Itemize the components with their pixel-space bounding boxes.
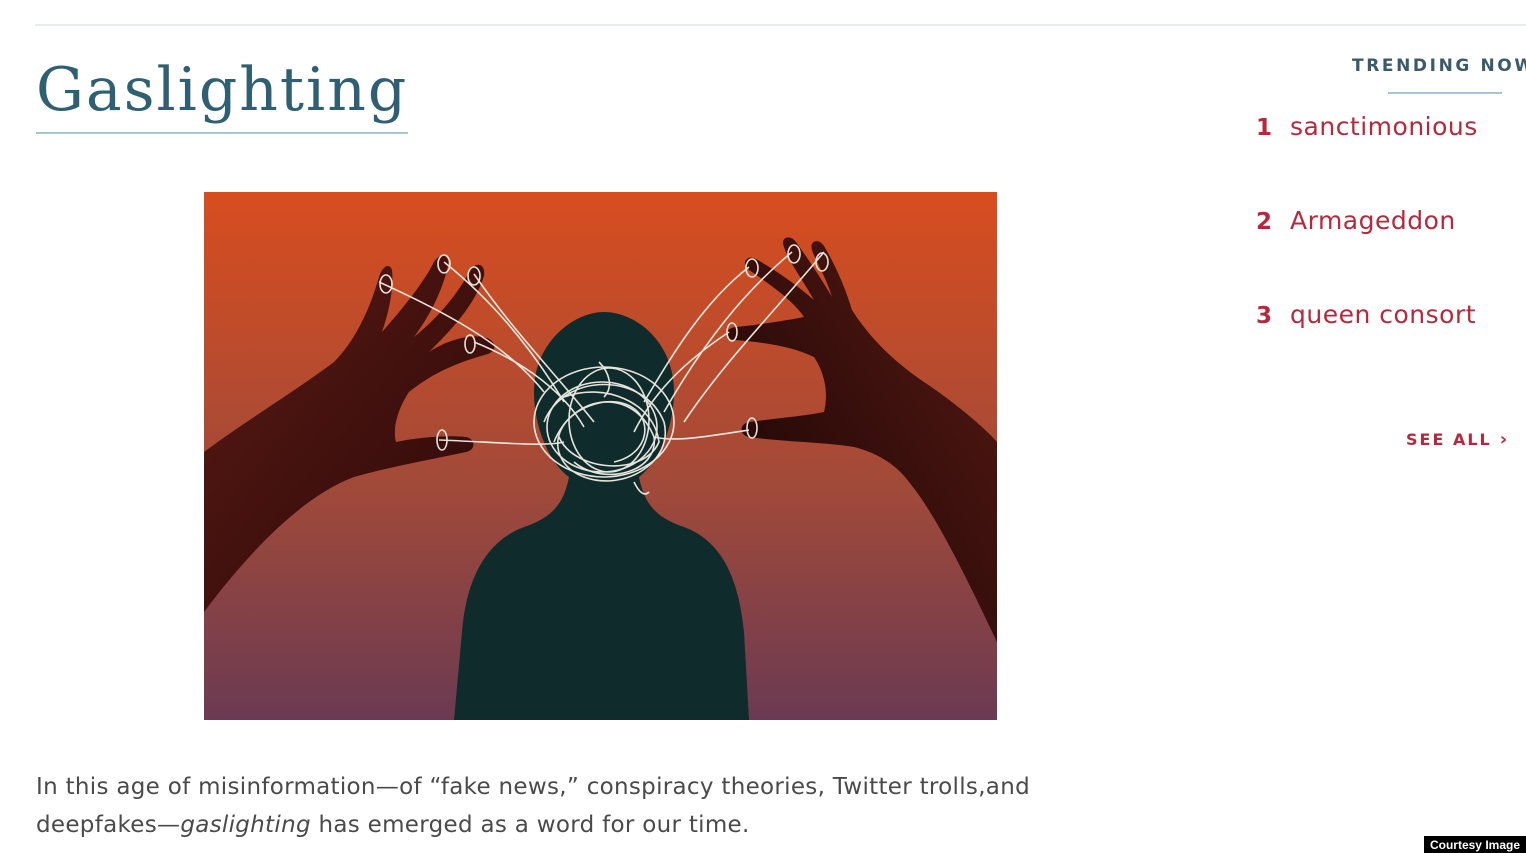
see-all-label: SEE ALL <box>1406 430 1492 449</box>
trending-item-1[interactable]: 1 sanctimonious <box>1256 112 1478 152</box>
trending-heading: TRENDING NOW <box>1352 56 1526 76</box>
chevron-right-icon: › <box>1499 428 1510 450</box>
definition-part2: has emerged as a word for our time. <box>310 812 750 838</box>
page: Gaslighting In this age of misinformatio… <box>0 0 1526 853</box>
trending-underline <box>1388 92 1502 94</box>
trending-item-3[interactable]: 3 queen consort <box>1256 300 1476 340</box>
hero-illustration <box>204 192 997 720</box>
image-credit: Courtesy Image <box>1423 836 1526 853</box>
trending-rank: 3 <box>1256 303 1273 329</box>
see-all-link[interactable]: SEE ALL › <box>1406 430 1509 449</box>
trending-item-2[interactable]: 2 Armageddon <box>1256 206 1456 246</box>
definition-emphasis: gaslighting <box>180 812 311 838</box>
trending-rank: 1 <box>1256 115 1273 141</box>
trending-word-link[interactable]: sanctimonious <box>1290 112 1478 141</box>
trending-rank: 2 <box>1256 209 1273 235</box>
gaslighting-illustration <box>204 192 997 720</box>
trending-word-link[interactable]: queen consort <box>1290 300 1476 329</box>
trending-sidebar: TRENDING NOW 1 sanctimonious 2 Armageddo… <box>1240 0 1526 853</box>
definition-text: In this age of misinformation—of “fake n… <box>36 768 1136 844</box>
trending-word-link[interactable]: Armageddon <box>1290 206 1456 235</box>
word-title[interactable]: Gaslighting <box>36 48 409 134</box>
